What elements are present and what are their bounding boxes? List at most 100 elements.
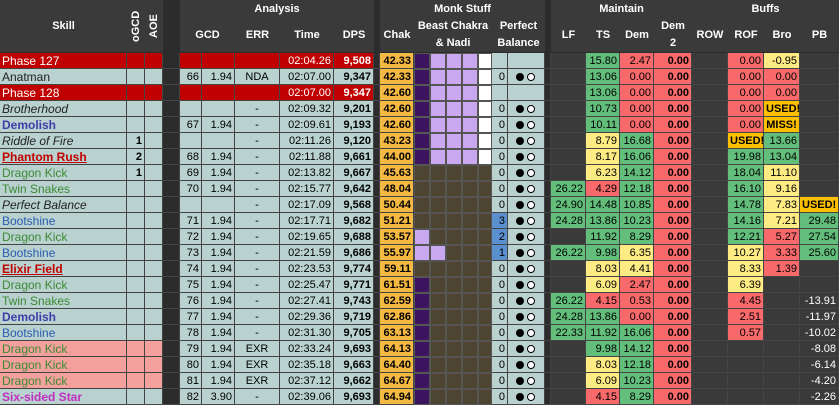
dem2-timer: 0.00 <box>654 133 692 149</box>
gcd-index: 77 <box>180 309 202 325</box>
ogcd-count: 1 <box>127 165 145 181</box>
chakra-value: 43.23 <box>380 133 414 149</box>
header-dem2-sub: 2 <box>654 35 692 52</box>
dps-value: 9,688 <box>334 229 374 245</box>
pb-buff: -11.97 <box>800 309 839 325</box>
aoe-count <box>145 213 163 229</box>
row-buff <box>692 277 728 293</box>
beast-chakra-slot <box>462 53 478 69</box>
chakra-value: 62.86 <box>380 309 414 325</box>
nadi-slot <box>478 69 492 85</box>
chakra-value: 42.60 <box>380 101 414 117</box>
dps-value: 9,667 <box>334 165 374 181</box>
beast-chakra-slot <box>462 229 478 245</box>
skill-name: Dragon Kick <box>0 373 127 389</box>
ts-timer: 8.03 <box>586 357 620 373</box>
err-code: - <box>235 133 280 149</box>
row-buff <box>692 293 728 309</box>
ogcd-count <box>127 117 145 133</box>
aoe-count <box>145 149 163 165</box>
dem2-timer: 0.00 <box>654 165 692 181</box>
dem-timer: 10.85 <box>620 197 654 213</box>
nadi-slot <box>478 85 492 101</box>
gcd-index: 74 <box>180 261 202 277</box>
beast-chakra-slot <box>430 293 446 309</box>
dem2-timer: 0.00 <box>654 53 692 69</box>
lf-timer: 24.28 <box>551 309 586 325</box>
err-code: EXR <box>235 341 280 357</box>
skill-name: Anatman <box>0 69 127 85</box>
gcd-value <box>202 85 235 101</box>
beast-chakra-slot <box>430 261 446 277</box>
filled-dot-icon <box>516 345 524 353</box>
bro-buff <box>764 389 800 405</box>
beast-chakra-slot <box>446 309 462 325</box>
pb-buff <box>800 69 839 85</box>
ts-timer: 6.09 <box>586 277 620 293</box>
empty-dot-icon <box>527 105 535 113</box>
beast-chakra-slot <box>462 373 478 389</box>
err-code: - <box>235 117 280 133</box>
gcd-value: 1.94 <box>202 165 235 181</box>
empty-dot-icon <box>527 249 535 257</box>
gcd-index: 79 <box>180 341 202 357</box>
chakra-value: 59.11 <box>380 261 414 277</box>
dps-value: 9,508 <box>334 53 374 69</box>
beast-chakra-slots <box>414 197 492 213</box>
beast-chakra-slots <box>414 69 492 85</box>
beast-chakra-slot <box>446 85 462 101</box>
dps-value: 9,201 <box>334 101 374 117</box>
bro-buff: 5.27 <box>764 229 800 245</box>
gcd-index <box>180 101 202 117</box>
spacer <box>163 197 180 213</box>
gcd-value: 1.94 <box>202 213 235 229</box>
gcd-value: 1.94 <box>202 357 235 373</box>
ogcd-count <box>127 229 145 245</box>
beast-chakra-slot <box>414 373 430 389</box>
lf-timer <box>551 357 586 373</box>
gcd-index: 71 <box>180 213 202 229</box>
bro-buff: 0.00 <box>764 69 800 85</box>
beast-chakra-slots <box>414 293 492 309</box>
perfect-balance-stacks <box>492 85 508 101</box>
spacer <box>163 341 180 357</box>
pb-buff <box>800 117 839 133</box>
header-balance: Balance <box>492 35 545 52</box>
perfect-balance-indicators <box>508 181 545 197</box>
spacer <box>163 69 180 85</box>
skill-name: Riddle of Fire <box>0 133 127 149</box>
beast-chakra-slots <box>414 325 492 341</box>
dem2-timer: 0.00 <box>654 389 692 405</box>
ts-timer: 13.06 <box>586 85 620 101</box>
lf-timer: 26.22 <box>551 245 586 261</box>
cast-time: 02:21.59 <box>280 245 334 261</box>
ts-timer: 4.29 <box>586 181 620 197</box>
gcd-index: 76 <box>180 293 202 309</box>
ogcd-count: 2 <box>127 149 145 165</box>
cast-time: 02:27.41 <box>280 293 334 309</box>
perfect-balance-indicators <box>508 373 545 389</box>
dem-timer: 8.29 <box>620 229 654 245</box>
perfect-balance-stacks: 0 <box>492 117 508 133</box>
empty-dot-icon <box>527 217 535 225</box>
row-buff <box>692 309 728 325</box>
beast-chakra-slot <box>462 197 478 213</box>
beast-chakra-slot <box>462 181 478 197</box>
bro-buff: MISS! <box>764 117 800 133</box>
filled-dot-icon <box>516 361 524 369</box>
beast-chakra-slot <box>462 85 478 101</box>
rof-buff: 18.04 <box>728 165 764 181</box>
header-monk-stuff: Monk Stuff <box>380 0 545 18</box>
beast-chakra-slot <box>414 53 430 69</box>
ts-timer: 6.09 <box>586 373 620 389</box>
err-code: - <box>235 309 280 325</box>
chakra-value: 62.59 <box>380 293 414 309</box>
dem2-timer: 0.00 <box>654 101 692 117</box>
ts-timer: 13.86 <box>586 213 620 229</box>
nadi-slot <box>478 213 492 229</box>
bro-buff: 0.00 <box>764 85 800 101</box>
beast-chakra-slot <box>414 133 430 149</box>
dps-value: 9,120 <box>334 133 374 149</box>
perfect-balance-indicators <box>508 85 545 101</box>
beast-chakra-slot <box>414 213 430 229</box>
